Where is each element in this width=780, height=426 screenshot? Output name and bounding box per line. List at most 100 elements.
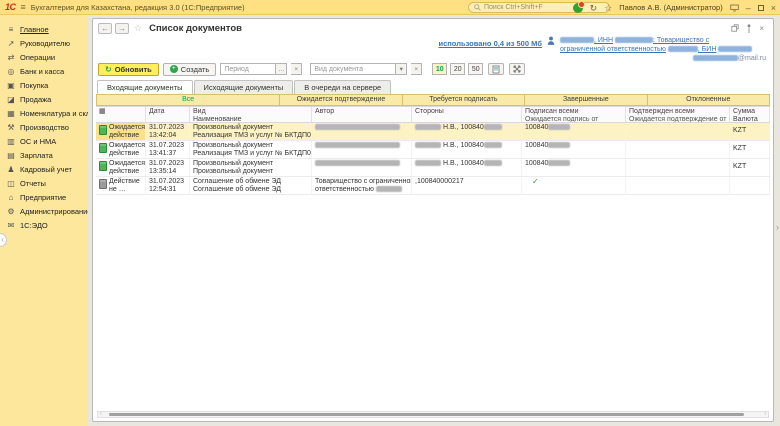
maximize-button[interactable] [758, 5, 764, 11]
sidebar-item-hr[interactable]: ♟Кадровый учет [0, 162, 88, 176]
sidebar-item-production[interactable]: ⚒Производство [0, 120, 88, 134]
sidebar-collapse-button[interactable]: ‹ [0, 233, 7, 247]
period-clear-button[interactable]: × [291, 63, 302, 75]
redacted-author [315, 124, 400, 130]
column-author[interactable]: Автор [312, 107, 412, 122]
page-header: ← → ☆ Список документов × [96, 21, 770, 35]
redacted-org-name [560, 37, 594, 43]
sidebar-item-main[interactable]: ≡Главное [0, 22, 88, 36]
column-parties[interactable]: Стороны [412, 107, 522, 122]
sidebar-item-administration[interactable]: ⚙Администрирование [0, 204, 88, 218]
sidebar-item-reports[interactable]: ◫Отчеты [0, 176, 88, 190]
column-date[interactable]: Дата [146, 107, 190, 122]
organization-link[interactable]: , ИНН : Товарищество с ограниченной отве… [560, 36, 768, 54]
discussions-notification-icon[interactable] [573, 3, 583, 13]
document-status-icon [99, 161, 107, 171]
expand-arrows-button[interactable] [509, 63, 525, 75]
redacted-sign-id [548, 160, 570, 166]
doc-type-clear-button[interactable]: × [411, 63, 422, 75]
tab-server-queue[interactable]: В очереди на сервере [294, 80, 391, 94]
monitor-icon[interactable] [730, 4, 739, 12]
status-filterbar: Все Ожидается подтверждение Требуется по… [96, 94, 770, 106]
tab-incoming-documents[interactable]: Входящие документы [97, 80, 193, 94]
horizontal-scrollbar[interactable]: ‹ › [97, 411, 769, 418]
tab-outgoing-documents[interactable]: Исходящие документы [194, 80, 294, 94]
table-row[interactable]: Ожидаетсядействие 31.07.202313:42:04 Про… [96, 123, 770, 141]
page-size-20-button[interactable]: 20 [450, 63, 465, 75]
sidebar: ≡Главное ↗Руководителю ⇄Операции ◎Банк и… [0, 15, 88, 426]
favorites-star-icon[interactable]: ☆ [604, 3, 612, 13]
scroll-right-arrow[interactable]: › [764, 412, 766, 417]
nav-back-button[interactable]: ← [98, 23, 112, 34]
current-user[interactable]: Павлов А.В. (Администратор) [619, 3, 722, 12]
redacted-party [415, 124, 441, 130]
close-button[interactable]: × [771, 3, 776, 13]
document-view-button[interactable] [488, 63, 504, 75]
currency-cell: KZT [730, 123, 770, 140]
detach-window-icon[interactable] [731, 24, 739, 32]
column-signed[interactable]: Подписан всемиОжидается подпись от [522, 107, 626, 122]
sidebar-item-purchase[interactable]: ▣Покупка [0, 78, 88, 92]
sidebar-item-bank-cash[interactable]: ◎Банк и касса [0, 64, 88, 78]
filter-requires-signature[interactable]: Требуется подписать [403, 95, 525, 105]
cart-icon: ▣ [6, 81, 16, 90]
scrollbar-thumb[interactable] [109, 413, 744, 416]
signed-check-icon: ✓ [525, 177, 539, 186]
redacted-company-name [376, 186, 402, 192]
page-size-10-button[interactable]: 10 [432, 63, 447, 75]
sidebar-item-manager[interactable]: ↗Руководителю [0, 36, 88, 50]
table-row[interactable]: Ожидаетсядействие 31.07.202313:35:14 Про… [96, 159, 770, 177]
1c-logo-icon: 1С [5, 2, 16, 12]
redacted-party-id [484, 124, 502, 130]
filter-awaiting-confirmation[interactable]: Ожидается подтверждение [280, 95, 402, 105]
document-tabs: Входящие документы Исходящие документы В… [96, 80, 770, 94]
filter-completed[interactable]: Завершенные [525, 95, 647, 105]
person-icon: ♟ [6, 165, 16, 174]
redacted-author [315, 160, 400, 166]
main-menu-icon[interactable]: ≡ [21, 2, 26, 12]
refresh-button[interactable]: ↻Обновить [98, 63, 159, 76]
sidebar-item-enterprise[interactable]: ⌂Предприятие [0, 190, 88, 204]
sidebar-item-salary[interactable]: ▤Зарплата [0, 148, 88, 162]
home-icon: ≡ [6, 25, 16, 34]
minimize-button[interactable]: – [746, 3, 751, 13]
pin-icon[interactable] [747, 24, 751, 33]
sidebar-item-nomenclature[interactable]: ▦Номенклатура и склад [0, 106, 88, 120]
doc-type-dropdown-button[interactable]: ▾ [396, 63, 407, 75]
briefcase-icon: ◪ [6, 95, 16, 104]
scroll-left-arrow[interactable]: ‹ [100, 412, 102, 417]
sidebar-item-edo[interactable]: ✉1С:ЭДО [0, 218, 88, 232]
nav-forward-button[interactable]: → [115, 23, 129, 34]
filter-all[interactable]: Все [97, 95, 280, 105]
sidebar-item-operations[interactable]: ⇄Операции [0, 50, 88, 64]
table-row[interactable]: Ожидаетсядействие 31.07.202313:41:37 Про… [96, 141, 770, 159]
redacted-company [668, 46, 698, 52]
column-confirmed[interactable]: Подтвержден всемиОжидается подтверждение… [626, 107, 730, 122]
column-status[interactable]: ▦ [96, 107, 146, 122]
right-panel-expand-arrow[interactable]: › [776, 222, 779, 232]
currency-cell: KZT [730, 141, 770, 158]
sidebar-item-sales[interactable]: ◪Продажа [0, 92, 88, 106]
operations-icon: ⇄ [6, 53, 16, 62]
banknote-icon: ▤ [6, 151, 16, 160]
doc-type-select[interactable]: Вид документа [310, 63, 396, 75]
period-picker-button[interactable]: … [276, 63, 287, 75]
redacted-inn [615, 37, 653, 43]
period-input[interactable]: Период [220, 63, 276, 75]
gear-icon: ⚙ [6, 207, 16, 216]
history-icon[interactable]: ↻ [590, 3, 598, 13]
storage-usage-link[interactable]: использовано 0,4 из 500 Мб [439, 39, 543, 48]
favorite-star-icon[interactable]: ☆ [134, 23, 142, 34]
close-window-icon[interactable]: × [759, 24, 764, 33]
create-button[interactable]: +Создать [163, 63, 217, 76]
column-kind-name[interactable]: ВидНаименование [190, 107, 312, 122]
table-row[interactable]: Действиене … 31.07.202312:54:31 Соглашен… [96, 177, 770, 195]
trend-chart-icon: ↗ [6, 39, 16, 48]
envelope-icon: ✉ [6, 221, 16, 230]
page-size-50-button[interactable]: 50 [468, 63, 483, 75]
sidebar-item-fixed-assets[interactable]: ▥ОС и НМА [0, 134, 88, 148]
filter-rejected[interactable]: Отклоненные [648, 95, 769, 105]
column-sum[interactable]: СуммаВалюта [730, 107, 770, 122]
plus-icon: + [170, 65, 178, 73]
titlebar: 1С ≡ Бухгалтерия для Казахстана, редакци… [0, 0, 780, 15]
